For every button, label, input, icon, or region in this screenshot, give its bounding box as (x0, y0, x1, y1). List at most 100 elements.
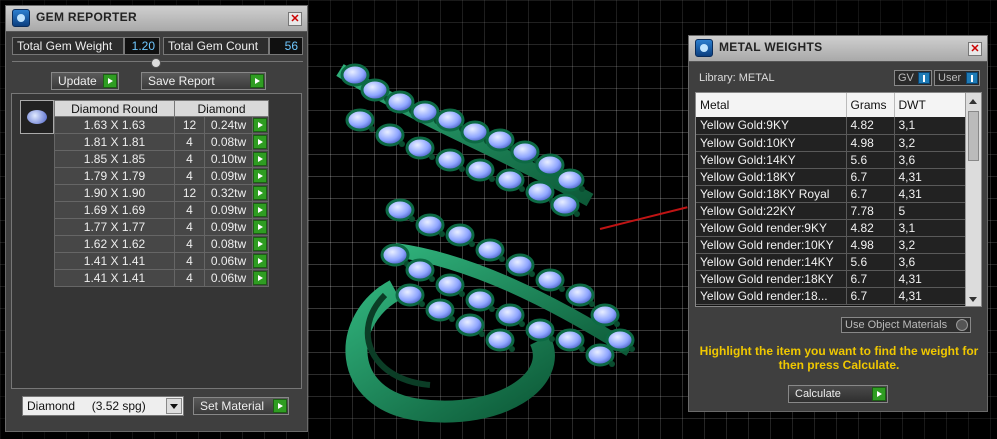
gem-size: 1.63 X 1.63 (54, 116, 175, 134)
gem-stone (525, 180, 555, 204)
gem-stone (425, 298, 455, 322)
gem-stone (435, 108, 465, 132)
gem-row[interactable]: 1.79 X 1.79 4 0.09tw (54, 167, 269, 185)
metal-list[interactable]: Metal Grams DWT Yellow Gold:9KY 4.82 3,1 Ye… (695, 92, 982, 307)
metal-weights-titlebar[interactable]: METAL WEIGHTS ✕ (689, 36, 987, 62)
gem-stone (445, 223, 475, 247)
metal-name: Yellow Gold:14KY (696, 151, 847, 169)
gem-row[interactable]: 1.81 X 1.81 4 0.08tw (54, 133, 269, 151)
gem-size: 1.85 X 1.85 (54, 150, 175, 168)
close-icon[interactable]: ✕ (968, 42, 982, 56)
scroll-up-icon[interactable] (969, 99, 977, 104)
gem-row[interactable]: 1.62 X 1.62 4 0.08tw (54, 235, 269, 253)
gem-stone (555, 328, 585, 352)
prong (429, 276, 435, 282)
metal-weights-title: METAL WEIGHTS (719, 40, 823, 54)
gem-stone (590, 303, 620, 327)
gem-weight: 0.09tw (204, 201, 253, 219)
gem-row-action[interactable] (252, 184, 269, 202)
metal-grams: 4.98 (846, 236, 895, 254)
gem-row-action[interactable] (252, 116, 269, 134)
gem-stone (340, 63, 370, 87)
metal-dwt: 3,1 (894, 219, 966, 237)
calculate-button[interactable]: Calculate (788, 385, 888, 403)
metal-name: Yellow Gold:22KY (696, 202, 847, 220)
metal-row[interactable]: Yellow Gold render:18KY 6.7 4,31 (696, 270, 966, 288)
set-material-button[interactable]: Set Material (193, 397, 289, 415)
column-header-dwt[interactable]: DWT (894, 93, 966, 117)
play-arrow-icon (253, 135, 267, 149)
column-header-diamond-round: Diamond Round (54, 100, 175, 117)
metal-row[interactable]: Yellow Gold:18KY 6.7 4,31 (696, 168, 966, 186)
gem-row-action[interactable] (252, 201, 269, 219)
vertical-scrollbar[interactable] (965, 93, 981, 306)
gv-toggle[interactable]: GV (894, 70, 932, 86)
metal-row[interactable]: Yellow Gold:18KY Royal 6.7 4,31 (696, 185, 966, 203)
gem-stone (605, 328, 635, 352)
metal-row[interactable]: Yellow Gold render:9KY 4.82 3,1 (696, 219, 966, 237)
gem-stone (435, 273, 465, 297)
gem-row[interactable]: 1.41 X 1.41 4 0.06tw (54, 252, 269, 270)
gem-row[interactable]: 1.90 X 1.90 12 0.32tw (54, 184, 269, 202)
save-report-button[interactable]: Save Report (141, 72, 266, 90)
metal-weights-app-icon (695, 39, 713, 57)
gem-row-action[interactable] (252, 167, 269, 185)
gem-row-action[interactable] (252, 235, 269, 253)
gem-row[interactable]: 1.69 X 1.69 4 0.09tw (54, 201, 269, 219)
close-icon[interactable]: ✕ (288, 12, 302, 26)
column-header-metal[interactable]: Metal (696, 93, 847, 117)
column-header-grams[interactable]: Grams (846, 93, 895, 117)
gem-reporter-titlebar[interactable]: GEM REPORTER ✕ (6, 6, 307, 32)
metal-grams: 4.82 (846, 117, 895, 135)
prong (629, 346, 635, 352)
prong (469, 241, 475, 247)
metal-row[interactable]: Yellow Gold:9KY 4.82 3,1 (696, 117, 966, 135)
metal-row[interactable]: Yellow Gold render:10KY 4.98 3,2 (696, 236, 966, 254)
metal-row[interactable]: Yellow Gold:10KY 4.98 3,2 (696, 134, 966, 152)
gem-stone (495, 303, 525, 327)
gem-row-action[interactable] (252, 133, 269, 151)
gem-stone (525, 318, 555, 342)
user-toggle[interactable]: User (934, 70, 980, 86)
metal-name: Yellow Gold:10KY (696, 134, 847, 152)
metal-row[interactable]: Yellow Gold:14KY 5.6 3,6 (696, 151, 966, 169)
gem-count: 4 (174, 235, 205, 253)
metal-table: Metal Grams DWT Yellow Gold:9KY 4.82 3,1 Ye… (696, 93, 966, 305)
play-arrow-icon (253, 118, 267, 132)
chevron-down-icon (166, 398, 182, 414)
gem-row[interactable]: 1.77 X 1.77 4 0.09tw (54, 218, 269, 236)
collapse-divider[interactable] (12, 58, 303, 68)
metal-row[interactable]: Yellow Gold render:18... 6.7 4,31 (696, 287, 966, 305)
gem-row[interactable]: 1.85 X 1.85 4 0.10tw (54, 150, 269, 168)
prong (409, 216, 415, 222)
gem-size: 1.79 X 1.79 (54, 167, 175, 185)
metal-row[interactable]: Yellow Gold render:14KY 5.6 3,6 (696, 253, 966, 271)
gem-row-action[interactable] (252, 269, 269, 287)
metal-dwt: 5 (894, 202, 966, 220)
prong (489, 176, 495, 182)
round-diamond-icon[interactable] (20, 100, 54, 134)
metal-name: Yellow Gold render:9KY (696, 219, 847, 237)
gem-row[interactable]: 1.41 X 1.41 4 0.06tw (54, 269, 269, 287)
gem-row[interactable]: 1.63 X 1.63 12 0.24tw (54, 116, 269, 134)
library-label: Library: METAL (699, 72, 775, 84)
material-select[interactable]: Diamond (3.52 spg) (22, 396, 184, 416)
metal-row[interactable]: Yellow Gold:22KY 7.78 5 (696, 202, 966, 220)
info-icon (918, 72, 930, 84)
play-arrow-icon (253, 152, 267, 166)
update-button[interactable]: Update (51, 72, 119, 90)
prong (459, 291, 465, 297)
use-object-materials-toggle[interactable]: Use Object Materials (841, 317, 971, 333)
gem-stone (405, 258, 435, 282)
collapse-handle-icon[interactable] (151, 58, 161, 68)
scroll-down-icon[interactable] (969, 297, 977, 302)
gem-row-action[interactable] (252, 252, 269, 270)
gem-stone (555, 168, 585, 192)
prong (529, 271, 535, 277)
gem-row-action[interactable] (252, 218, 269, 236)
gem-stone (465, 288, 495, 312)
gem-weight: 0.08tw (204, 133, 253, 151)
scroll-thumb[interactable] (968, 111, 979, 161)
metal-dwt: 4,31 (894, 185, 966, 203)
gem-row-action[interactable] (252, 150, 269, 168)
